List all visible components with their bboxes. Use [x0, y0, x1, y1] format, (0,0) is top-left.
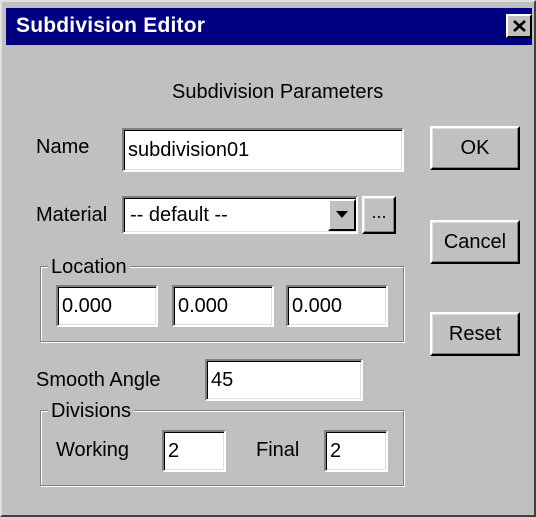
- material-label: Material: [36, 204, 108, 226]
- final-field[interactable]: [324, 430, 388, 472]
- name-input[interactable]: [128, 130, 398, 170]
- location-z-input[interactable]: [292, 287, 382, 325]
- chevron-down-icon: [336, 211, 348, 218]
- smooth-angle-input[interactable]: [211, 361, 357, 399]
- close-button[interactable]: [506, 14, 532, 38]
- location-y-input[interactable]: [178, 287, 268, 325]
- location-y-field[interactable]: [172, 285, 274, 327]
- smooth-angle-label: Smooth Angle: [36, 369, 161, 391]
- close-x-icon: [513, 20, 526, 32]
- title-bar[interactable]: Subdivision Editor: [6, 8, 532, 45]
- location-x-input[interactable]: [62, 287, 152, 325]
- cancel-button[interactable]: Cancel: [430, 220, 520, 264]
- reset-button[interactable]: Reset: [430, 312, 520, 356]
- location-z-field[interactable]: [286, 285, 388, 327]
- subdivision-editor-window: Subdivision Editor Subdivision Parameter…: [0, 0, 536, 517]
- material-browse-button[interactable]: ...: [362, 196, 396, 234]
- window-title: Subdivision Editor: [16, 14, 206, 37]
- material-dropdown[interactable]: -- default --: [122, 196, 358, 234]
- final-label: Final: [256, 439, 300, 461]
- name-label: Name: [36, 136, 90, 158]
- smooth-angle-field[interactable]: [205, 359, 363, 401]
- section-header: Subdivision Parameters: [172, 81, 384, 103]
- location-group-label: Location: [48, 256, 130, 278]
- name-field[interactable]: [122, 128, 404, 172]
- reset-button-label: Reset: [448, 323, 502, 345]
- final-input[interactable]: [330, 432, 382, 470]
- ok-button-label: OK: [460, 137, 490, 159]
- working-label: Working: [56, 439, 129, 461]
- dropdown-arrow-button[interactable]: [328, 199, 356, 231]
- ok-button[interactable]: OK: [430, 126, 520, 170]
- material-browse-label: ...: [371, 202, 387, 222]
- divisions-group-label: Divisions: [48, 400, 135, 422]
- working-input[interactable]: [168, 432, 220, 470]
- location-x-field[interactable]: [56, 285, 158, 327]
- material-selected-value: -- default --: [130, 204, 228, 226]
- working-field[interactable]: [162, 430, 226, 472]
- cancel-button-label: Cancel: [443, 231, 507, 253]
